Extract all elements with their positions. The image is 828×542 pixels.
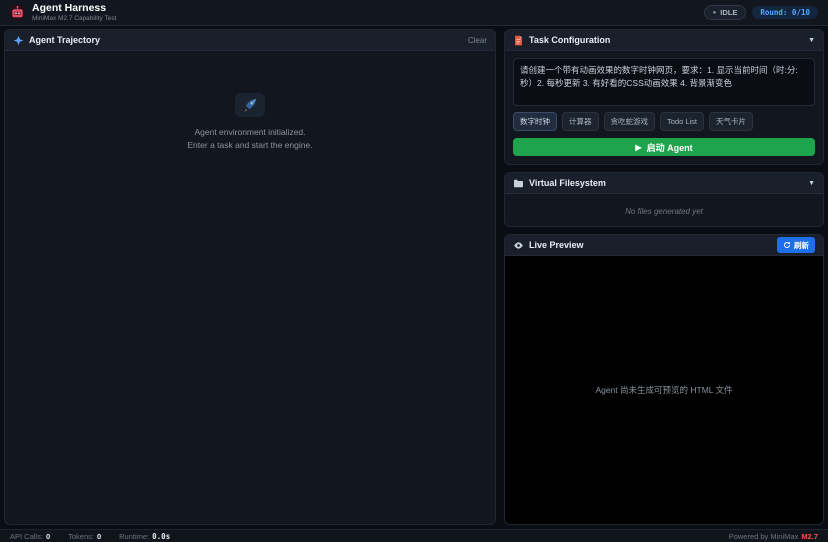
eye-icon xyxy=(513,240,524,251)
powered-by-label: Powered by MiniMax xyxy=(728,531,799,541)
preset-chip-weather-card[interactable]: 天气卡片 xyxy=(709,112,754,131)
agent-trajectory-title: Agent Trajectory xyxy=(29,35,101,45)
task-configuration-title: Task Configuration xyxy=(529,35,611,45)
app-titles: Agent Harness MiniMax M2.7 Capability Te… xyxy=(32,1,117,23)
tokens-label: Tokens: xyxy=(68,531,94,541)
live-preview-panel: Live Preview 刷新 Agent 尚未生成可预览的 HTML 文件 xyxy=(504,234,824,525)
preset-chips: 数字时钟 计算器 贪吃蛇游戏 Todo List 天气卡片 xyxy=(513,112,815,131)
status-badge-label: IDLE xyxy=(720,8,738,17)
agent-trajectory-panel: Agent Trajectory Clear Agent environment… xyxy=(4,29,496,525)
filesystem-empty-text: No files generated yet xyxy=(625,207,703,216)
top-bar-right: ● IDLE Round: 0/10 xyxy=(703,5,818,20)
document-icon xyxy=(513,35,524,46)
top-bar: Agent Harness MiniMax M2.7 Capability Te… xyxy=(0,0,828,26)
start-agent-button[interactable]: ▶ 启动 Agent xyxy=(513,138,815,156)
live-preview-body: Agent 尚未生成可预览的 HTML 文件 xyxy=(505,256,823,524)
powered-by-model: M2.7 xyxy=(801,531,818,541)
refresh-label: 刷新 xyxy=(794,240,809,250)
virtual-filesystem-title: Virtual Filesystem xyxy=(529,178,606,188)
status-bar: API Calls: 0 Tokens: 0 Runtime: 0.0s Pow… xyxy=(0,529,828,542)
api-calls-stat: API Calls: 0 xyxy=(10,532,50,541)
runtime-label: Runtime: xyxy=(119,531,150,541)
tokens-stat: Tokens: 0 xyxy=(68,532,101,541)
api-calls-value: 0 xyxy=(45,531,51,541)
rocket-icon xyxy=(235,93,265,117)
live-preview-header: Live Preview 刷新 xyxy=(505,235,823,256)
runtime-value: 0.0s xyxy=(152,531,171,541)
app-title: Agent Harness xyxy=(32,1,107,14)
start-agent-label: 启动 Agent xyxy=(646,142,693,153)
main-content: Agent Trajectory Clear Agent environment… xyxy=(0,26,828,529)
powered-by: Powered by MiniMax M2.7 xyxy=(729,532,818,541)
folder-icon xyxy=(513,178,524,189)
preset-chip-snake-game[interactable]: 贪吃蛇游戏 xyxy=(603,112,655,131)
trajectory-empty-state: Agent environment initialized. Enter a t… xyxy=(5,51,495,524)
app-subtitle: MiniMax M2.7 Capability Test xyxy=(32,15,117,23)
virtual-filesystem-body: No files generated yet xyxy=(505,194,823,226)
tokens-value: 0 xyxy=(96,531,102,541)
virtual-filesystem-header[interactable]: Virtual Filesystem ▼ xyxy=(505,173,823,194)
chevron-down-icon[interactable]: ▼ xyxy=(808,37,815,44)
empty-state-line2: Enter a task and start the engine. xyxy=(187,140,313,151)
preset-chip-todo-list[interactable]: Todo List xyxy=(660,112,705,131)
clear-button[interactable]: Clear xyxy=(468,36,487,45)
task-configuration-body: 请创建一个带有动画效果的数字时钟网页，要求：1. 显示当前时间（时:分:秒）2.… xyxy=(505,51,823,164)
live-preview-title: Live Preview xyxy=(529,240,584,250)
chevron-down-icon[interactable]: ▼ xyxy=(808,180,815,187)
preset-chip-calculator[interactable]: 计算器 xyxy=(562,112,599,131)
sparkle-icon xyxy=(13,35,24,46)
preset-chip-digital-clock[interactable]: 数字时钟 xyxy=(513,112,557,131)
status-badge: ● IDLE xyxy=(703,5,747,20)
runtime-stat: Runtime: 0.0s xyxy=(119,532,170,541)
virtual-filesystem-panel: Virtual Filesystem ▼ No files generated … xyxy=(504,172,824,227)
right-column: Task Configuration ▼ 请创建一个带有动画效果的数字时钟网页，… xyxy=(504,29,824,525)
robot-logo-icon xyxy=(10,5,25,20)
task-configuration-panel: Task Configuration ▼ 请创建一个带有动画效果的数字时钟网页，… xyxy=(504,29,824,165)
preview-empty-text: Agent 尚未生成可预览的 HTML 文件 xyxy=(595,385,733,395)
agent-trajectory-header: Agent Trajectory Clear xyxy=(5,30,495,51)
empty-state-line1: Agent environment initialized. xyxy=(194,127,306,137)
refresh-icon xyxy=(784,241,790,248)
task-prompt-input[interactable]: 请创建一个带有动画效果的数字时钟网页，要求：1. 显示当前时间（时:分:秒）2.… xyxy=(513,58,815,106)
refresh-button[interactable]: 刷新 xyxy=(777,237,815,253)
task-configuration-header[interactable]: Task Configuration ▼ xyxy=(505,30,823,51)
api-calls-label: API Calls: xyxy=(10,531,43,541)
play-icon: ▶ xyxy=(635,142,642,152)
agent-harness-app: Agent Harness MiniMax M2.7 Capability Te… xyxy=(0,0,828,542)
status-dot-icon: ● xyxy=(712,9,717,16)
round-badge: Round: 0/10 xyxy=(752,6,818,19)
